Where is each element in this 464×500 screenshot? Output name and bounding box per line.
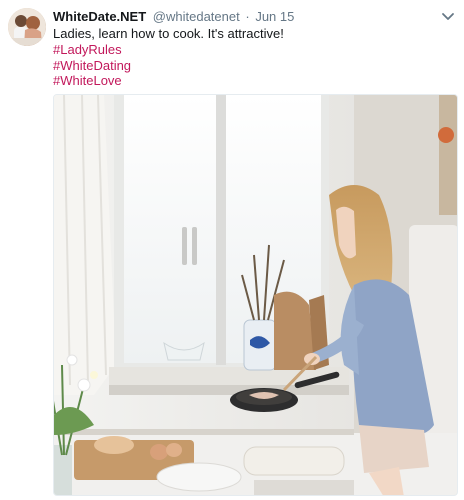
tweet-header: WhiteDate.NET @whitedatenet · Jun 15: [53, 8, 294, 26]
timestamp[interactable]: Jun 15: [255, 9, 294, 24]
chevron-down-icon[interactable]: [440, 8, 456, 24]
display-name[interactable]: WhiteDate.NET: [53, 9, 146, 24]
separator: ·: [245, 9, 250, 24]
tweet-photo[interactable]: [53, 94, 458, 496]
tweet-text: Ladies, learn how to cook. It's attracti…: [53, 26, 284, 41]
avatar[interactable]: [8, 8, 46, 46]
hashtag-link[interactable]: #WhiteLove: [53, 72, 122, 89]
hashtag-link[interactable]: #LadyRules: [53, 41, 122, 58]
handle[interactable]: @whitedatenet: [153, 9, 240, 24]
tweet-card[interactable]: WhiteDate.NET @whitedatenet · Jun 15 Lad…: [0, 0, 464, 500]
